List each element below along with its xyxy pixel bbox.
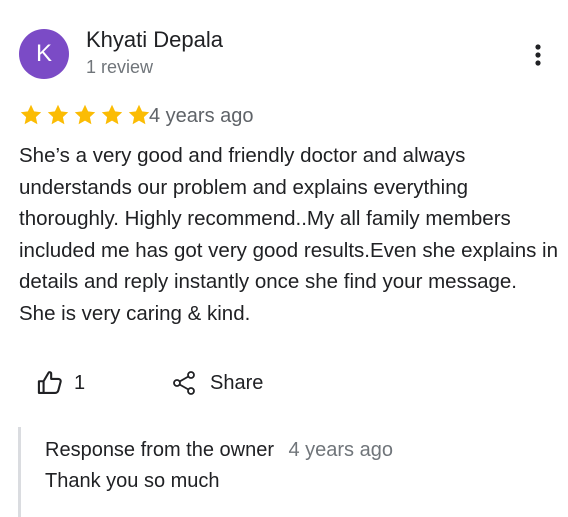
star-filled-icon: [101, 104, 123, 125]
review-card: K Khyati Depala 1 review 4 years ago She…: [0, 0, 568, 517]
avatar[interactable]: K: [19, 29, 69, 79]
like-count: 1: [74, 371, 86, 394]
star-filled-icon: [47, 104, 69, 125]
thumb-up-icon: [37, 371, 62, 394]
review-text: She’s a very good and friendly doctor an…: [19, 144, 559, 325]
share-button[interactable]: Share: [172, 367, 263, 399]
owner-response-text: Thank you so much: [45, 470, 220, 492]
owner-response: Response from the owner 4 years ago Than…: [18, 427, 561, 517]
reviewer-review-count: 1 review: [86, 57, 154, 77]
more-vert-icon[interactable]: [526, 40, 550, 70]
owner-response-header: Response from the owner 4 years ago: [45, 439, 393, 462]
star-rating: [19, 103, 151, 131]
owner-response-title: Response from the owner: [45, 439, 275, 461]
star-filled-icon: [20, 104, 42, 125]
owner-response-date: 4 years ago: [288, 439, 393, 461]
like-button[interactable]: 1: [36, 367, 85, 399]
share-icon: [173, 371, 195, 395]
share-label: Share: [210, 371, 264, 394]
star-filled-icon: [74, 104, 96, 125]
review-date: 4 years ago: [149, 105, 254, 127]
reviewer-name[interactable]: Khyati Depala: [86, 27, 223, 53]
star-filled-icon: [128, 104, 150, 125]
